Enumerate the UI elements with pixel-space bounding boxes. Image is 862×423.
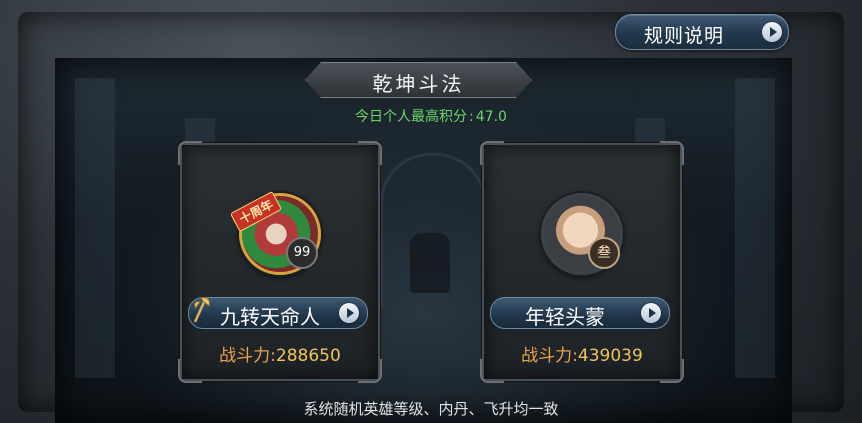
- rank-badge: 叁: [588, 237, 620, 269]
- card-corner-ornament: [480, 141, 504, 165]
- opponent-name: 年轻头蒙: [525, 305, 605, 329]
- page-title: 乾坤斗法: [372, 72, 465, 96]
- play-arrow-icon: [641, 303, 661, 323]
- play-arrow-icon: [762, 22, 782, 42]
- combat-power: 战斗力:439039: [484, 341, 680, 366]
- background-statue: [410, 233, 450, 293]
- rules-button-label: 规则说明: [644, 25, 725, 47]
- level-badge: 99: [286, 237, 318, 269]
- opponent-name-button[interactable]: 九转天命人: [188, 297, 368, 329]
- power-value: 288650: [275, 346, 341, 366]
- card-corner-ornament: [178, 141, 202, 165]
- score-separator: :: [469, 109, 474, 125]
- daily-best-score: 今日个人最高积分:47.0: [0, 106, 862, 126]
- opponent-name-button[interactable]: 年轻头蒙: [490, 297, 670, 329]
- power-label: 战斗力: [521, 346, 573, 366]
- card-corner-ornament: [358, 141, 382, 165]
- title-plaque: 乾坤斗法: [305, 62, 532, 98]
- footer-note: 系统随机英雄等级、内丹、飞升均一致: [303, 400, 559, 418]
- score-label: 今日个人最高积分: [355, 109, 468, 125]
- score-value: 47.0: [475, 109, 507, 125]
- power-value: 439039: [577, 346, 643, 366]
- power-label: 战斗力: [219, 346, 271, 366]
- rules-button[interactable]: 规则说明: [615, 14, 789, 50]
- combat-power: 战斗力:288650: [182, 341, 378, 366]
- opponent-card-left[interactable]: 十周年 99 九转天命人 战斗力:288650: [178, 141, 382, 383]
- card-corner-ornament: [660, 141, 684, 165]
- opponent-name: 九转天命人: [220, 305, 320, 329]
- play-arrow-icon: [339, 303, 359, 323]
- opponent-card-right[interactable]: 叁 年轻头蒙 战斗力:439039: [480, 141, 684, 383]
